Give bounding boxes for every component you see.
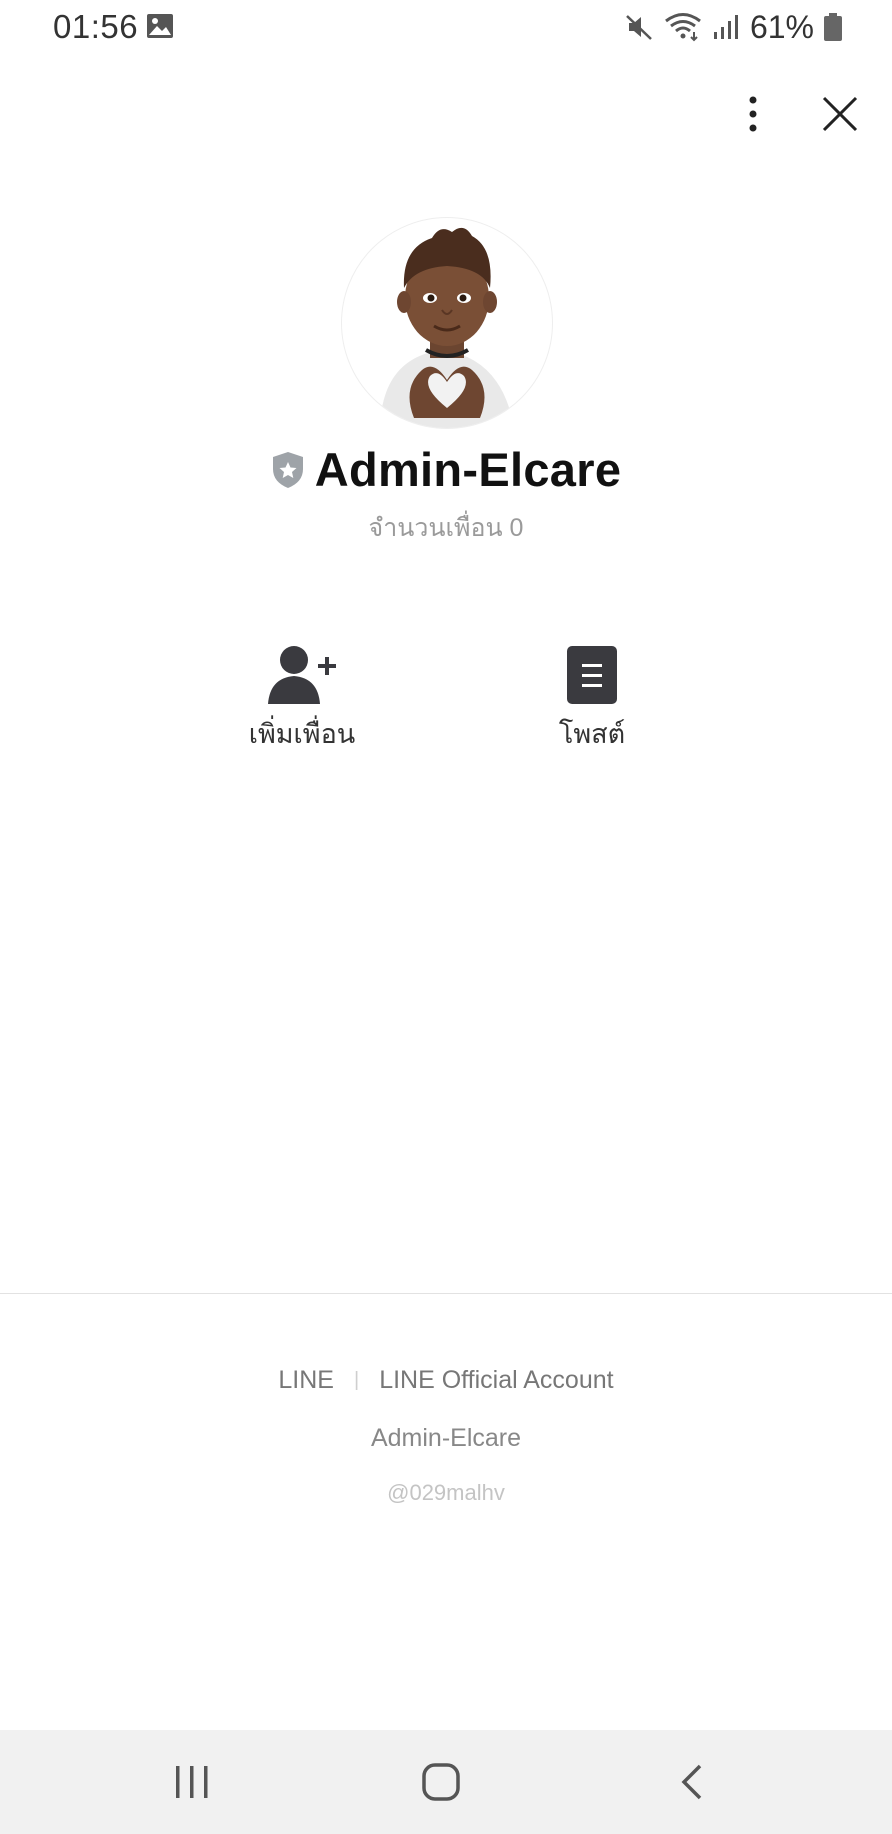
status-bar: 01:56 61% [0,0,892,56]
status-time: 01:56 [53,8,139,45]
recent-apps-icon [176,1766,208,1798]
more-vertical-icon [749,96,757,132]
friend-count: จำนวนเพื่อน 0 [368,514,524,542]
shield-star-icon [272,451,303,488]
battery-icon [824,13,842,41]
wifi-icon [665,13,701,42]
status-icons: 61% [624,9,842,45]
back-button[interactable] [632,1730,752,1834]
mute-icon [626,15,652,40]
post-button[interactable]: โพสต์ [492,640,692,755]
footer-account-name: Admin-Elcare [370,1424,522,1452]
footer-account-id: @029malhv [387,1480,505,1505]
home-button[interactable] [381,1730,501,1834]
close-icon [822,96,858,132]
more-options-button[interactable] [732,88,774,140]
add-friend-button[interactable]: เพิ่มเพื่อน [202,640,402,755]
footer-divider [0,1293,892,1294]
profile-avatar[interactable] [341,217,553,429]
footer-separator: | [354,1369,360,1391]
back-icon [681,1764,702,1800]
close-button[interactable] [816,88,864,140]
recent-apps-button[interactable] [132,1730,252,1834]
footer-link-official-account[interactable]: LINE Official Account [379,1366,613,1395]
system-nav-bar [0,1730,892,1834]
profile-name-row: Admin-Elcare [0,442,892,497]
add-person-icon [268,646,336,704]
home-icon [422,1763,460,1801]
footer-links: LINE | LINE Official Account [0,1366,892,1395]
post-label: โพสต์ [558,719,626,749]
signal-icon [713,15,738,39]
document-icon [567,646,617,704]
memoji-avatar-image [380,227,514,428]
footer-link-line[interactable]: LINE [278,1366,334,1395]
profile-name: Admin-Elcare [314,443,622,496]
image-icon [147,14,173,38]
add-friend-label: เพิ่มเพื่อน [248,719,356,749]
battery-percent: 61% [749,8,814,45]
